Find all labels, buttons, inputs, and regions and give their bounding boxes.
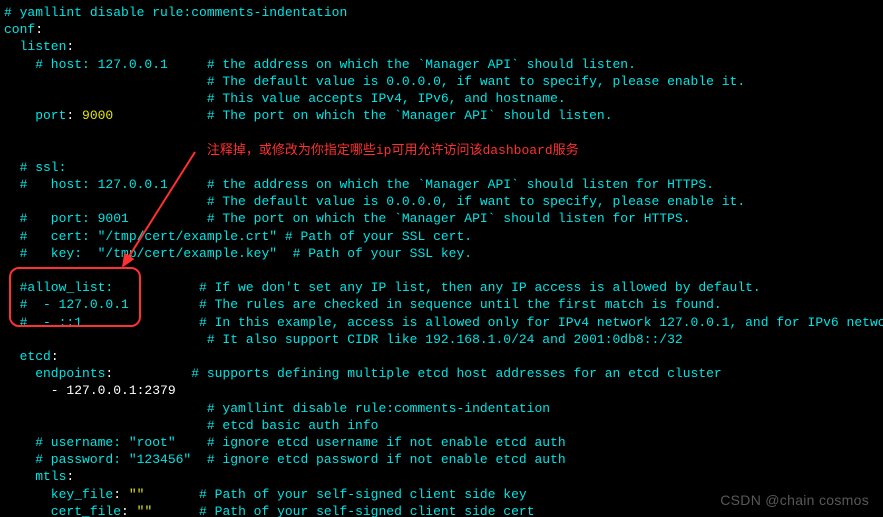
watermark: CSDN @chain cosmos: [720, 492, 869, 509]
yaml-config-code: # yamllint disable rule:comments-indenta…: [4, 4, 883, 517]
code-line: # key: "/tmp/cert/example.key" # Path of…: [4, 245, 883, 262]
code-line: 注释掉，或修改为你指定哪些ip可用允许访问该dashboard服务: [4, 142, 883, 159]
code-line: endpoints: # supports defining multiple …: [4, 365, 883, 382]
code-line: # This value accepts IPv4, IPv6, and hos…: [4, 90, 883, 107]
code-line: [4, 262, 883, 279]
code-line: # password: "123456" # ignore etcd passw…: [4, 451, 883, 468]
code-line: # The default value is 0.0.0.0, if want …: [4, 73, 883, 90]
code-line: # username: "root" # ignore etcd usernam…: [4, 434, 883, 451]
code-line: # yamllint disable rule:comments-indenta…: [4, 400, 883, 417]
code-line: etcd:: [4, 348, 883, 365]
code-line: - 127.0.0.1:2379: [4, 382, 883, 399]
code-line: # - ::1 # In this example, access is all…: [4, 314, 883, 331]
code-line: # The default value is 0.0.0.0, if want …: [4, 193, 883, 210]
code-line: # - 127.0.0.1 # The rules are checked in…: [4, 296, 883, 313]
code-line: conf:: [4, 21, 883, 38]
code-line: # port: 9001 # The port on which the `Ma…: [4, 210, 883, 227]
code-line: # cert: "/tmp/cert/example.crt" # Path o…: [4, 228, 883, 245]
code-line: # host: 127.0.0.1 # the address on which…: [4, 56, 883, 73]
code-line: mtls:: [4, 468, 883, 485]
code-line: #allow_list: # If we don't set any IP li…: [4, 279, 883, 296]
code-line: # ssl:: [4, 159, 883, 176]
code-line: # host: 127.0.0.1 # the address on which…: [4, 176, 883, 193]
code-line: # yamllint disable rule:comments-indenta…: [4, 4, 883, 21]
code-line: [4, 124, 883, 141]
code-line: # etcd basic auth info: [4, 417, 883, 434]
code-line: listen:: [4, 38, 883, 55]
code-line: port: 9000 # The port on which the `Mana…: [4, 107, 883, 124]
code-line: # It also support CIDR like 192.168.1.0/…: [4, 331, 883, 348]
